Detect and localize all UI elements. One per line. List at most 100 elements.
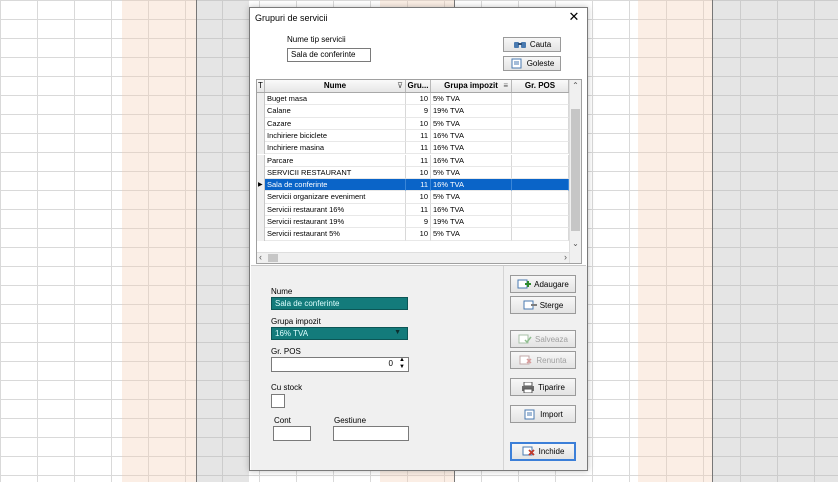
scroll-down-icon[interactable]: ⌄ bbox=[570, 239, 581, 248]
row-indicator[interactable] bbox=[257, 203, 265, 216]
tax-group-cell[interactable]: 19% TVA bbox=[431, 216, 512, 229]
scroll-up-icon[interactable]: ⌃ bbox=[570, 81, 581, 90]
row-indicator[interactable] bbox=[257, 129, 265, 143]
spin-up-icon[interactable]: ▲ bbox=[399, 358, 405, 363]
pos-cell[interactable] bbox=[512, 191, 569, 204]
row-indicator[interactable] bbox=[257, 166, 265, 180]
pos-cell[interactable] bbox=[512, 166, 569, 180]
tax-group-cell[interactable]: 5% TVA bbox=[431, 93, 512, 106]
spin-down-icon[interactable]: ▼ bbox=[399, 364, 405, 370]
name-cell[interactable]: Servicii restaurant 16% bbox=[265, 203, 406, 216]
table-row[interactable]: SERVICII RESTAURANT 10 5% TVA bbox=[257, 166, 569, 180]
pos-cell[interactable] bbox=[512, 117, 569, 130]
name-column-header[interactable]: Nume ⊽ bbox=[265, 80, 406, 92]
tax-group-cell[interactable]: 16% TVA bbox=[431, 129, 512, 143]
name-cell[interactable]: Sala de conferinte bbox=[265, 179, 406, 192]
scroll-right-icon[interactable]: › bbox=[564, 252, 567, 262]
name-cell[interactable]: Calane bbox=[265, 105, 406, 118]
pos-cell[interactable] bbox=[512, 216, 569, 229]
table-row[interactable]: Inchiriere masina 11 16% TVA bbox=[257, 142, 569, 155]
name-cell[interactable]: Buget masa bbox=[265, 93, 406, 106]
add-button[interactable]: Adaugare bbox=[510, 275, 576, 293]
name-cell[interactable]: SERVICII RESTAURANT bbox=[265, 166, 406, 180]
table-row[interactable]: Inchiriere biciclete 11 16% TVA bbox=[257, 129, 569, 143]
filter-icon[interactable]: ≡ bbox=[503, 80, 508, 92]
tax-group-select[interactable]: 16% TVA ▼ bbox=[271, 327, 408, 340]
group-number-column-header[interactable]: Gru... bbox=[406, 80, 431, 92]
table-row[interactable]: Servicii restaurant 5% 10 5% TVA bbox=[257, 228, 569, 241]
group-number-cell[interactable]: 11 bbox=[406, 129, 431, 143]
group-number-cell[interactable]: 9 bbox=[406, 216, 431, 229]
tax-group-cell[interactable]: 5% TVA bbox=[431, 117, 512, 130]
horizontal-scrollbar[interactable]: ‹ › bbox=[257, 252, 569, 263]
tax-group-column-header[interactable]: Grupa impozit ≡ bbox=[431, 80, 512, 92]
group-number-cell[interactable]: 10 bbox=[406, 191, 431, 204]
name-cell[interactable]: Cazare bbox=[265, 117, 406, 130]
stock-checkbox[interactable] bbox=[271, 394, 285, 408]
chevron-down-icon[interactable]: ▼ bbox=[394, 329, 401, 336]
search-button[interactable]: Cauta bbox=[503, 37, 561, 52]
pos-cell[interactable] bbox=[512, 105, 569, 118]
import-button[interactable]: Import bbox=[510, 405, 576, 423]
table-row[interactable]: Buget masa 10 5% TVA bbox=[257, 93, 569, 106]
pos-cell[interactable] bbox=[512, 93, 569, 106]
name-cell[interactable]: Parcare bbox=[265, 154, 406, 167]
row-indicator[interactable] bbox=[257, 154, 265, 167]
group-number-cell[interactable]: 11 bbox=[406, 203, 431, 216]
clear-button[interactable]: Goleste bbox=[503, 56, 561, 71]
table-row[interactable]: Servicii organizare eveniment 10 5% TVA bbox=[257, 191, 569, 204]
group-number-cell[interactable]: 10 bbox=[406, 228, 431, 241]
row-indicator[interactable] bbox=[257, 93, 265, 106]
tax-group-cell[interactable]: 16% TVA bbox=[431, 179, 512, 192]
group-number-cell[interactable]: 11 bbox=[406, 154, 431, 167]
close-button[interactable]: Inchide bbox=[510, 442, 576, 461]
group-number-cell[interactable]: 9 bbox=[406, 105, 431, 118]
group-number-cell[interactable]: 11 bbox=[406, 142, 431, 155]
name-cell[interactable]: Servicii restaurant 19% bbox=[265, 216, 406, 229]
name-field[interactable]: Sala de conferinte bbox=[271, 297, 408, 310]
scroll-thumb[interactable] bbox=[571, 109, 580, 231]
table-row[interactable]: Parcare 11 16% TVA bbox=[257, 154, 569, 167]
delete-button[interactable]: Sterge bbox=[510, 296, 576, 314]
table-row[interactable]: Servicii restaurant 16% 11 16% TVA bbox=[257, 203, 569, 216]
group-number-cell[interactable]: 10 bbox=[406, 93, 431, 106]
row-indicator[interactable] bbox=[257, 216, 265, 229]
vertical-scrollbar[interactable]: ⌃ ⌄ bbox=[569, 80, 581, 263]
row-indicator[interactable] bbox=[257, 142, 265, 155]
name-cell[interactable]: Inchiriere masina bbox=[265, 142, 406, 155]
pos-cell[interactable] bbox=[512, 203, 569, 216]
tax-group-cell[interactable]: 5% TVA bbox=[431, 228, 512, 241]
row-indicator[interactable] bbox=[257, 105, 265, 118]
tax-group-cell[interactable]: 16% TVA bbox=[431, 142, 512, 155]
filter-icon[interactable]: ⊽ bbox=[397, 80, 403, 92]
scroll-thumb[interactable] bbox=[268, 254, 278, 262]
search-input[interactable]: Sala de conferinte bbox=[287, 48, 371, 62]
row-indicator[interactable]: ▶ bbox=[257, 179, 265, 192]
save-button[interactable]: Salveaza bbox=[510, 330, 576, 348]
table-row[interactable]: Calane 9 19% TVA bbox=[257, 105, 569, 118]
pos-cell[interactable] bbox=[512, 142, 569, 155]
group-number-cell[interactable]: 10 bbox=[406, 117, 431, 130]
filter-column-header[interactable]: T bbox=[257, 80, 265, 92]
tax-group-cell[interactable]: 19% TVA bbox=[431, 105, 512, 118]
tax-group-cell[interactable]: 5% TVA bbox=[431, 191, 512, 204]
close-icon[interactable]: ✕ bbox=[567, 10, 581, 24]
table-row[interactable]: Servicii restaurant 19% 9 19% TVA bbox=[257, 216, 569, 229]
row-indicator[interactable] bbox=[257, 228, 265, 241]
table-row[interactable]: Cazare 10 5% TVA bbox=[257, 117, 569, 130]
pos-cell[interactable] bbox=[512, 129, 569, 143]
row-indicator[interactable] bbox=[257, 191, 265, 204]
pos-column-header[interactable]: Gr. POS bbox=[512, 80, 569, 92]
group-number-cell[interactable]: 10 bbox=[406, 166, 431, 180]
row-indicator[interactable] bbox=[257, 117, 265, 130]
pos-stepper[interactable]: 0 ▲ ▼ bbox=[271, 357, 409, 372]
name-cell[interactable]: Servicii restaurant 5% bbox=[265, 228, 406, 241]
cancel-button[interactable]: Renunta bbox=[510, 351, 576, 369]
name-cell[interactable]: Inchiriere biciclete bbox=[265, 129, 406, 143]
table-row[interactable]: ▶ Sala de conferinte 11 16% TVA bbox=[257, 179, 569, 192]
print-button[interactable]: Tiparire bbox=[510, 378, 576, 396]
tax-group-cell[interactable]: 5% TVA bbox=[431, 166, 512, 180]
pos-cell[interactable] bbox=[512, 228, 569, 241]
cont-field[interactable] bbox=[273, 426, 311, 441]
gestiune-field[interactable] bbox=[333, 426, 409, 441]
